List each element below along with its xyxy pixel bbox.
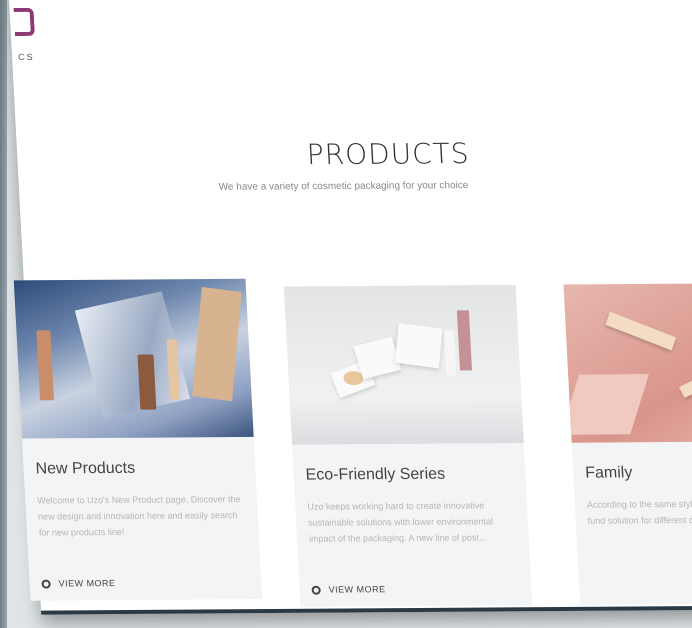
logo-text: CS (17, 51, 35, 63)
product-image[interactable] (563, 282, 692, 443)
bottle-shape (137, 354, 157, 410)
lipstick-shape (36, 330, 54, 401)
card-description: Uzo keeps working hard to create innovat… (307, 500, 494, 544)
view-more-label: VIEW MORE (328, 584, 386, 595)
paper-fold-shape (563, 374, 649, 435)
product-card-eco-friendly[interactable]: Eco-Friendly Series Uzo keeps working ha… (283, 284, 533, 607)
view-more-label: VIEW MORE (58, 578, 116, 589)
compact-shape (678, 361, 692, 398)
view-more-link[interactable]: VIEW MORE (311, 584, 386, 595)
page-subtitle: We have a variety of cosmetic packaging … (218, 180, 469, 193)
product-image[interactable] (13, 278, 254, 439)
screen-edge (0, 0, 7, 628)
card-description: According to the same style, family prod… (586, 498, 692, 526)
compact-shape (605, 311, 677, 351)
circle-icon (41, 579, 51, 589)
page-title: PRODUCTS (306, 137, 471, 172)
box-shape (353, 336, 402, 380)
tube-shape (166, 339, 180, 400)
lipgloss-shape (456, 310, 473, 371)
circle-icon (311, 585, 321, 595)
box-shape (395, 322, 443, 369)
tube-shape (443, 330, 457, 376)
product-card-new-products[interactable]: New Products Welcome to Uzo's New Produc… (13, 278, 263, 601)
board-shape (192, 286, 242, 402)
products-page: CS PRODUCTS We have a variety of cosmeti… (7, 0, 692, 615)
logo-mark[interactable] (13, 7, 35, 37)
view-more-link[interactable]: VIEW MORE (41, 578, 116, 589)
product-card-family[interactable]: Family According to the same style, fami… (563, 282, 692, 605)
card-title[interactable]: Family (585, 464, 633, 482)
product-image[interactable] (283, 284, 524, 445)
card-title[interactable]: New Products (35, 460, 135, 479)
card-title[interactable]: Eco-Friendly Series (305, 466, 445, 485)
card-description: Welcome to Uzo's New Product page. Disco… (36, 494, 241, 538)
